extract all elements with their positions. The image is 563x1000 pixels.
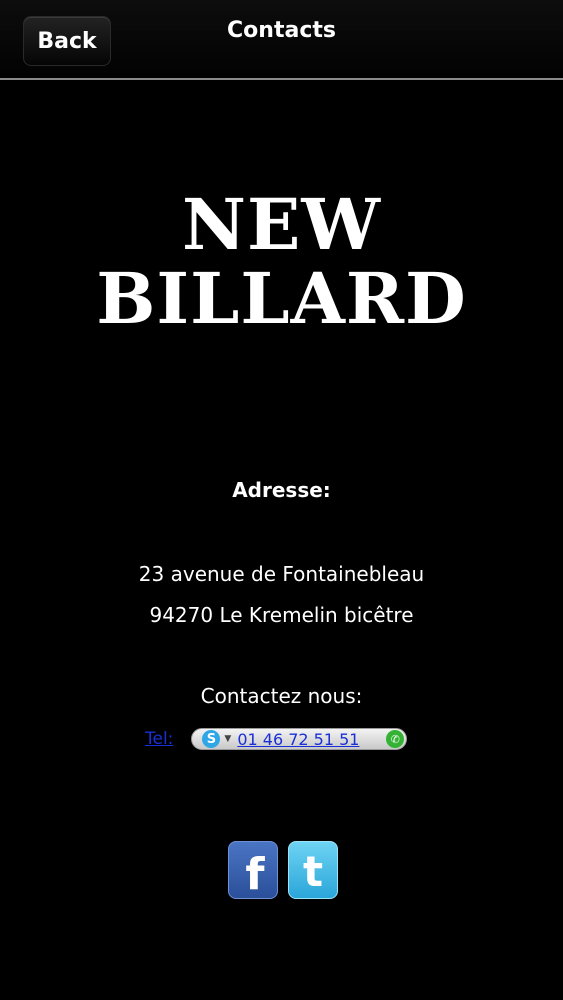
phone-call-icon[interactable]: ✆ [386, 730, 405, 748]
facebook-button[interactable]: f [228, 841, 278, 900]
brand-line-1: NEW [182, 183, 381, 266]
facebook-icon: f [245, 848, 265, 900]
address-street: 23 avenue de Fontainebleau [138, 562, 425, 586]
address-city: 94270 Le Kremelin bicêtre [149, 603, 414, 627]
nav-bar: Back Contacts [0, 0, 563, 80]
address-heading: Adresse: [232, 478, 331, 502]
brand-logo-text: NEW BILLARD [0, 188, 563, 336]
skype-call-button[interactable]: S ▼ 01 46 72 51 51 ✆ [191, 728, 408, 750]
phone-row: Tel: S ▼ 01 46 72 51 51 ✆ [145, 727, 408, 751]
twitter-button[interactable]: t [288, 841, 338, 899]
phone-number[interactable]: 01 46 72 51 51 [237, 730, 359, 749]
page-title: Contacts [227, 18, 336, 43]
dropdown-arrow-icon[interactable]: ▼ [224, 734, 231, 744]
twitter-icon: t [302, 846, 324, 896]
brand-line-2: BILLARD [96, 257, 467, 340]
tel-link[interactable]: Tel: [145, 729, 173, 749]
contact-heading: Contactez nous: [200, 684, 363, 708]
skype-icon: S [202, 730, 221, 748]
